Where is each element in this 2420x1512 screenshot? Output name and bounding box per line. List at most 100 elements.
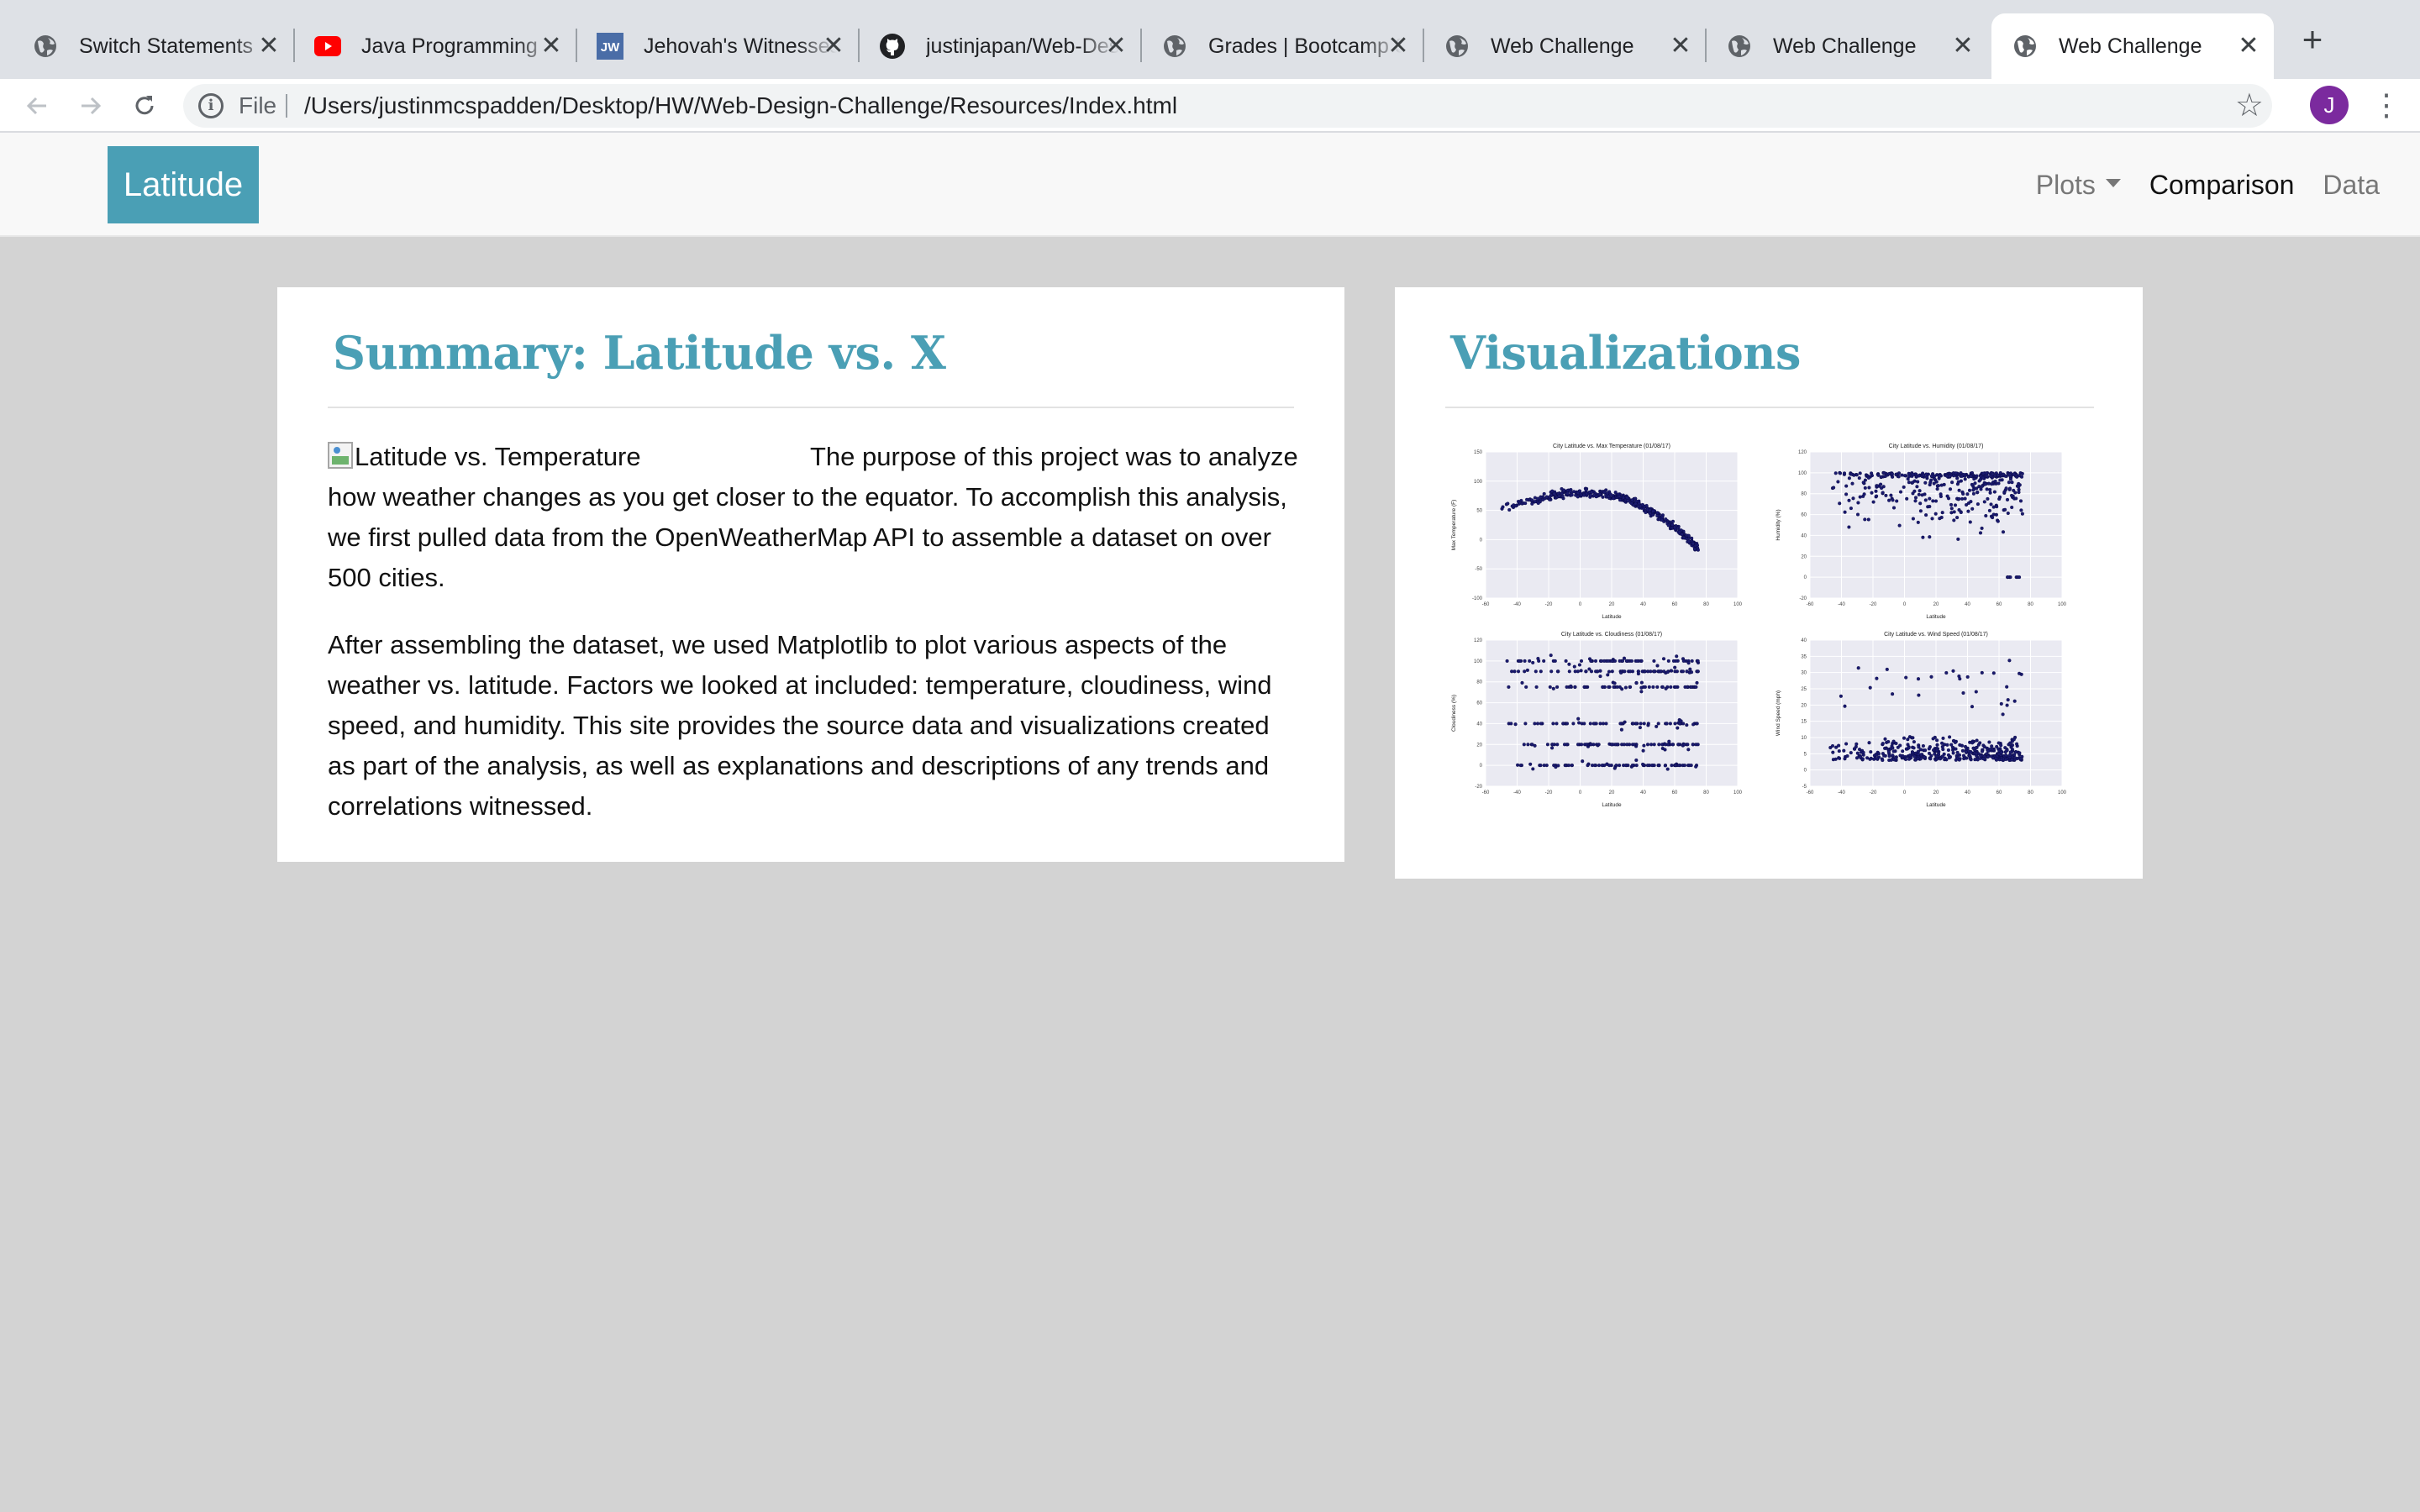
close-icon[interactable]: ✕ [255,33,282,60]
data-point [2017,481,2021,486]
data-point [1849,507,1853,511]
data-point [1671,659,1676,663]
close-icon[interactable]: ✕ [820,33,847,60]
data-point [1916,480,1920,484]
browser-tab-active[interactable]: Web Challenge ✕ [1991,13,2274,79]
chart-wind-speed[interactable]: -60 -40 -20 0 20 40 60 80 100 -5 0 5 10 15 20 25 30 35 40 C… [1770,627,2081,811]
data-point [1544,495,1549,499]
info-icon[interactable]: i [198,93,224,118]
new-tab-button[interactable]: + [2297,22,2328,59]
close-icon[interactable]: ✕ [1385,33,1412,60]
data-point [1837,749,1841,753]
chart-humidity[interactable]: -60 -40 -20 0 20 40 60 80 100 -20 0 20 40 60 80 100 120 C… [1770,438,2081,623]
y-tick-label: 150 [1474,450,1483,455]
close-icon[interactable]: ✕ [1102,33,1129,60]
chart-cloudiness[interactable]: -60 -40 -20 0 20 40 60 80 100 -20 0 20 40 60 80 100 120 C… [1445,627,1756,811]
x-tick-label: 40 [1965,790,1970,795]
browser-tab[interactable]: Web Challenge ✕ [1706,13,1988,79]
browser-menu-icon[interactable]: ⋮ [2371,86,2402,124]
data-point [1618,659,1622,663]
data-point [2015,742,2019,746]
profile-avatar[interactable]: J [2310,86,2349,124]
data-point [1963,744,1968,748]
data-point [1961,690,1965,696]
x-axis-label: Latitude [1926,614,1946,620]
reload-icon [135,96,154,115]
data-point [1696,669,1700,674]
browser-tab[interactable]: Switch Statements ✕ [12,13,295,79]
y-tick-label: 120 [1474,638,1483,643]
reload-button[interactable] [126,87,163,124]
bookmark-star-icon[interactable]: ☆ [2235,87,2264,124]
data-point [1961,491,1965,496]
data-point [1681,536,1686,540]
y-tick-label: 40 [1801,533,1807,538]
data-point [1847,476,1851,480]
data-point [1929,675,1933,679]
data-point [1973,758,1977,762]
data-point [1512,669,1517,674]
data-point [1606,659,1610,663]
browser-tab[interactable]: Web Challenge ✕ [1423,13,1707,79]
close-icon[interactable]: ✕ [2235,33,2262,60]
data-point [1879,475,1883,479]
data-point [1579,669,1583,673]
data-point [1867,486,1871,490]
data-point [1555,722,1559,726]
data-point [1945,743,1949,747]
data-point [1955,516,1960,520]
data-point [1600,764,1604,768]
broken-image[interactable]: Latitude vs. Temperature [328,437,810,477]
x-tick-label: 40 [1640,602,1646,607]
x-tick-label: -20 [1870,790,1877,795]
data-point [1612,681,1617,685]
data-point [1548,685,1552,689]
y-tick-label: 35 [1801,654,1807,659]
x-tick-label: 20 [1609,790,1615,795]
data-point [2010,743,2015,748]
data-point [1655,664,1660,668]
data-point [1964,749,1968,754]
nav-data[interactable]: Data [2323,170,2380,201]
data-point [1542,491,1546,496]
site-brand[interactable]: Latitude [108,146,259,223]
data-point [1604,722,1608,726]
close-icon[interactable]: ✕ [538,33,565,60]
data-point [1612,766,1617,770]
address-bar[interactable]: i File /Users/justinmcspadden/Desktop/HW… [183,84,2272,128]
browser-tab[interactable]: JW Jehovah's Witnesses ✕ [576,13,860,79]
data-point [1929,474,1934,478]
nav-plots-dropdown[interactable]: Plots [2036,170,2121,201]
data-point [1952,518,1956,522]
x-axis-label: Latitude [1602,802,1622,808]
close-icon[interactable]: ✕ [1667,33,1694,60]
x-tick-label: 100 [2058,602,2067,607]
chart-temperature[interactable]: -60 -40 -20 0 20 40 60 80 100 -100 -50 0 50 100 150 Cit… [1445,438,1756,623]
data-point [1862,492,1866,496]
x-tick-label: -20 [1545,602,1553,607]
data-point [1973,481,1977,486]
back-button[interactable] [18,87,55,124]
browser-tab[interactable]: justinjapan/Web-Design-Challenge ✕ [859,13,1142,79]
data-point [1670,764,1674,768]
data-point [1560,486,1564,491]
data-point [1607,764,1612,768]
data-point [1588,722,1592,726]
browser-tab[interactable]: Grades | Bootcamp Spot ✕ [1141,13,1424,79]
data-point [1890,472,1894,476]
data-point [1969,500,1973,504]
nav-comparison[interactable]: Comparison [2149,170,2295,201]
site-navbar: Latitude Plots Comparison Data [0,133,2420,237]
data-point [1676,726,1680,730]
url-text[interactable]: /Users/justinmcspadden/Desktop/HW/Web-De… [304,92,1177,119]
data-point [1598,722,1602,726]
data-point [1889,758,1893,762]
forward-button[interactable] [72,87,109,124]
data-point [1897,471,1902,475]
data-point [1673,665,1677,669]
data-point [1599,659,1604,663]
data-point [2006,698,2010,702]
data-point [1536,501,1540,506]
close-icon[interactable]: ✕ [1949,33,1976,60]
browser-tab[interactable]: Java Programming ✕ [294,13,577,79]
